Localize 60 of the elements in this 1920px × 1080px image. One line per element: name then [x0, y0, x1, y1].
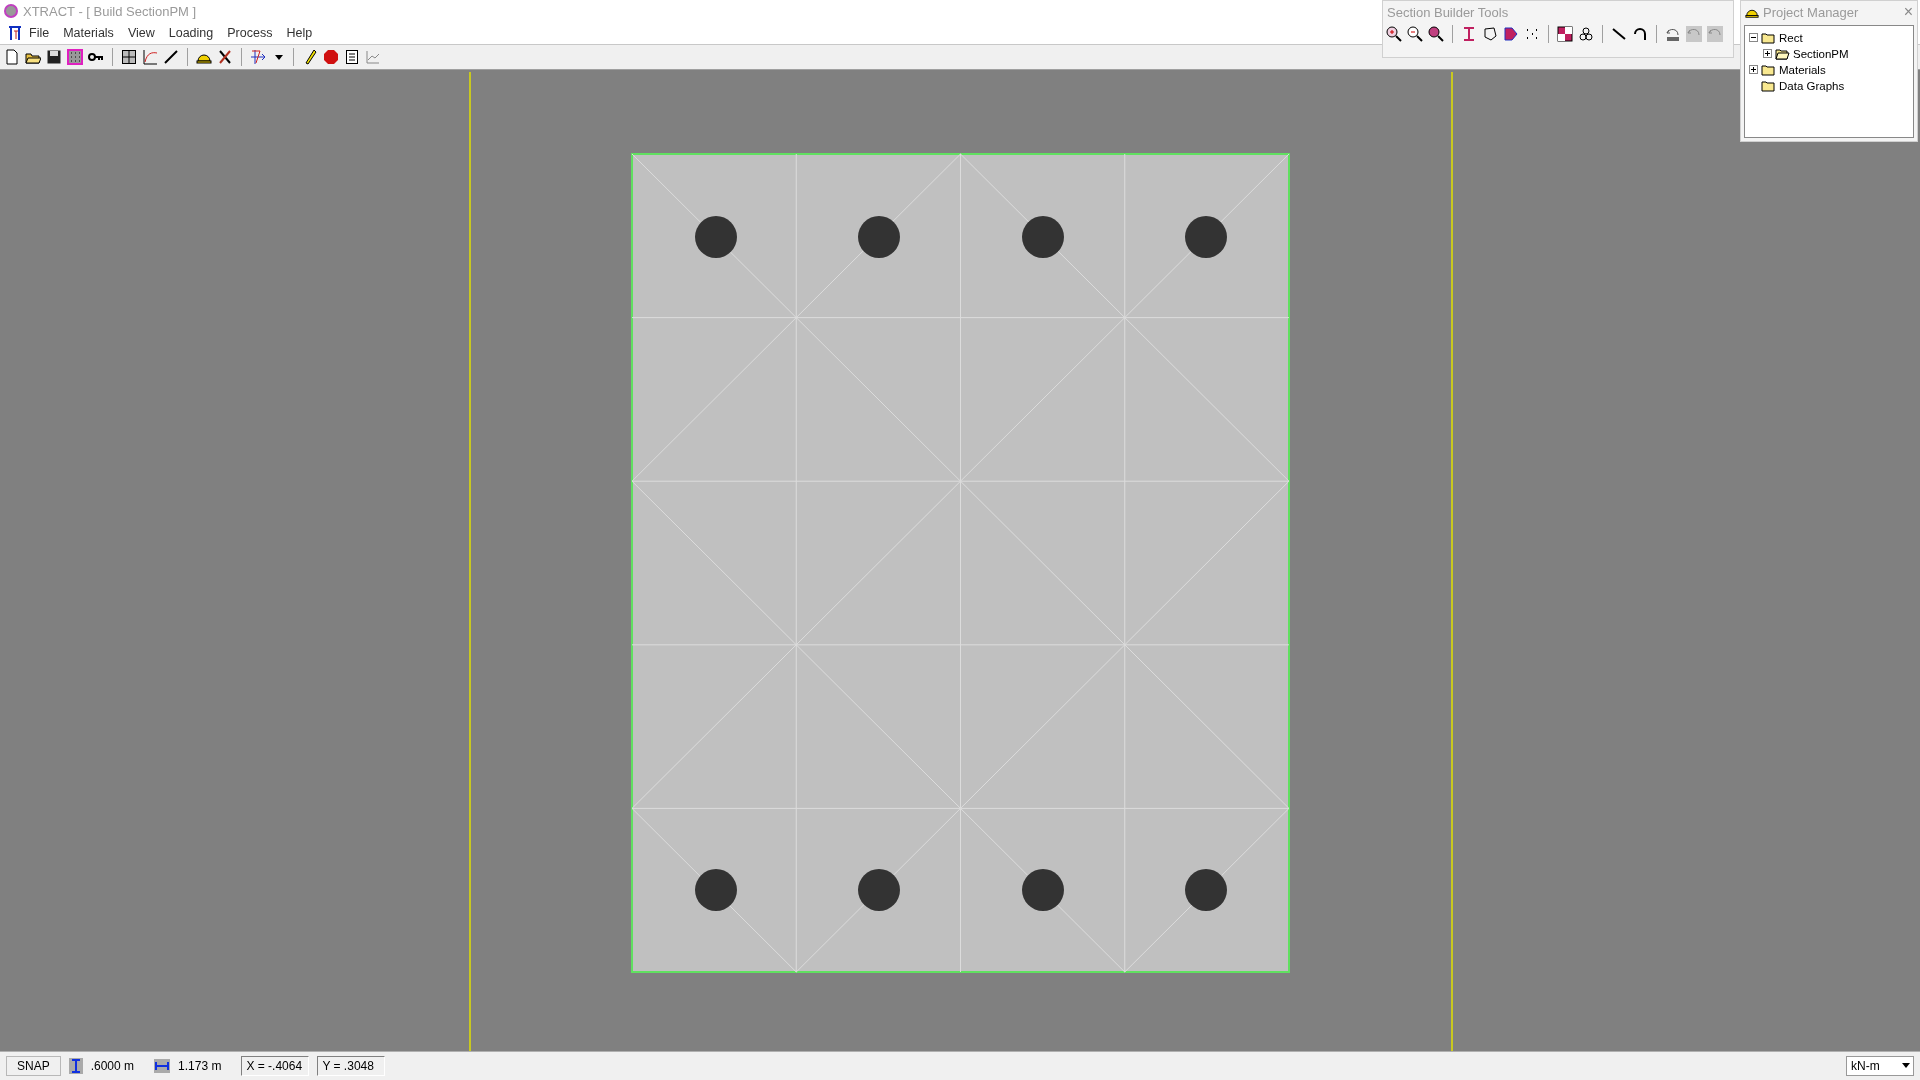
polygon-icon[interactable]: [1482, 26, 1498, 42]
quad-grid-icon[interactable]: [1557, 26, 1573, 42]
caret-icon: [1901, 1063, 1911, 1069]
stop-icon[interactable]: [323, 49, 339, 65]
menu-item[interactable]: Materials: [56, 26, 121, 40]
expand-icon[interactable]: [1763, 49, 1772, 58]
y-coordinate: Y = .3048: [317, 1056, 386, 1076]
width-reading: 1.173 m: [178, 1059, 222, 1073]
panel-title: Project Manager: [1763, 4, 1860, 20]
menu-item[interactable]: Process: [220, 26, 280, 40]
rebar: [695, 869, 737, 911]
expand-icon[interactable]: [1749, 65, 1758, 74]
tree-item[interactable]: Rect: [1779, 31, 1803, 44]
grid-icon[interactable]: [121, 49, 137, 65]
i-beam-icon[interactable]: [1461, 26, 1477, 42]
undo-icon: [1686, 26, 1702, 42]
curve-icon[interactable]: [142, 49, 158, 65]
new-file-icon[interactable]: [4, 49, 20, 65]
line-icon[interactable]: [163, 49, 179, 65]
zoom-in-icon[interactable]: [1386, 26, 1402, 42]
document-icon[interactable]: [8, 25, 22, 41]
tree-item[interactable]: Data Graphs: [1779, 79, 1845, 92]
tools-icon[interactable]: [217, 49, 233, 65]
axis-icon[interactable]: [250, 49, 268, 65]
mesh-icon[interactable]: [67, 49, 83, 65]
rebar-group-icon[interactable]: [1578, 26, 1594, 42]
undo-icon[interactable]: [1665, 26, 1681, 42]
menu-item[interactable]: View: [120, 26, 162, 40]
slash-icon[interactable]: [1611, 26, 1627, 42]
rebar: [1185, 216, 1227, 258]
app-icon: [4, 4, 18, 18]
height-icon: [68, 1058, 83, 1074]
x-coordinate: X = -.4064: [241, 1056, 310, 1076]
rebar: [1185, 869, 1227, 911]
units-dropdown[interactable]: kN-m: [1846, 1056, 1914, 1076]
dots-icon[interactable]: [1524, 26, 1540, 42]
window-title: XTRACT - [ Build SectionPM ]: [23, 3, 197, 19]
height-reading: .6000 m: [90, 1059, 135, 1073]
width-icon: [154, 1059, 171, 1073]
tree-item[interactable]: SectionPM: [1793, 47, 1849, 60]
menu-item[interactable]: Help: [279, 26, 320, 40]
snap-toggle[interactable]: SNAP: [6, 1056, 61, 1076]
rebar: [695, 216, 737, 258]
rebar: [858, 869, 900, 911]
rebar: [1022, 869, 1064, 911]
chart-icon[interactable]: [365, 49, 381, 65]
menu-item[interactable]: Loading: [161, 26, 221, 40]
arc-icon[interactable]: [1632, 26, 1648, 42]
document-icon[interactable]: [344, 49, 360, 65]
menu-item[interactable]: File: [22, 26, 57, 40]
zoom-fit-icon[interactable]: [1428, 26, 1444, 42]
rebar: [1022, 216, 1064, 258]
panel-title: Section Builder Tools: [1387, 4, 1510, 20]
zoom-out-icon[interactable]: [1407, 26, 1423, 42]
undo-icon: [1707, 26, 1723, 42]
shape-icon[interactable]: [1503, 26, 1519, 42]
collapse-icon[interactable]: [1749, 33, 1758, 42]
tree-item[interactable]: Materials: [1779, 63, 1826, 76]
save-icon[interactable]: [46, 49, 62, 65]
rebar: [858, 216, 900, 258]
